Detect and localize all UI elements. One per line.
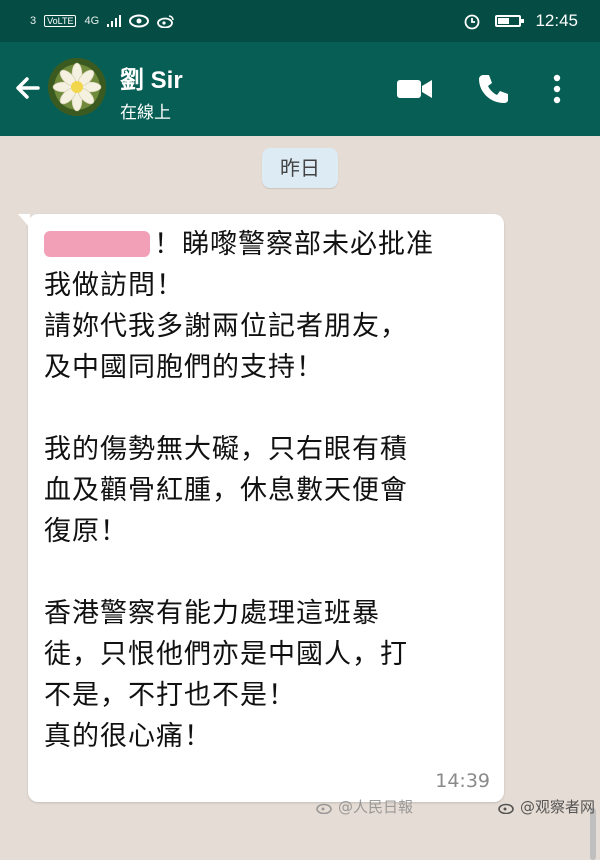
volte-badge: VoLTE <box>44 15 77 27</box>
network-label: 4G <box>84 15 100 27</box>
contact-status: 在線上 <box>120 103 171 123</box>
weibo-icon <box>316 803 332 814</box>
more-options-icon[interactable] <box>552 74 562 104</box>
phone-call-icon[interactable] <box>476 72 510 106</box>
signal-icon <box>107 15 122 27</box>
contact-name[interactable]: 劉 Sir <box>120 60 183 95</box>
eye-icon <box>129 14 150 28</box>
chat-area[interactable]: 昨日 ！睇嚟警察部未必批准 我做訪問！ 請妳代我多謝兩位記者朋友， 及中國同胞們… <box>0 136 600 860</box>
message-first-line: ！睇嚟警察部未必批准 <box>154 229 434 260</box>
back-arrow-icon[interactable] <box>10 70 46 106</box>
date-chip: 昨日 <box>262 148 338 188</box>
watermark-left-text: @人民日報 <box>338 798 414 816</box>
video-call-icon[interactable] <box>396 74 434 104</box>
watermark-right-text: @观察者网 <box>520 798 596 816</box>
incoming-message-bubble[interactable]: ！睇嚟警察部未必批准 我做訪問！ 請妳代我多謝兩位記者朋友， 及中國同胞們的支持… <box>18 214 504 802</box>
redacted-name <box>44 231 150 257</box>
weibo-icon <box>498 803 514 814</box>
status-bar: 3 VoLTE 4G 12:45 <box>0 0 600 42</box>
watermark-right: @观察者网 <box>498 796 595 817</box>
message-body: 我做訪問！ 請妳代我多謝兩位記者朋友， 及中國同胞們的支持！ 我的傷勢無大礙，只… <box>44 270 408 752</box>
status-left: 3 VoLTE 4G <box>30 14 175 28</box>
alarm-icon <box>465 14 480 30</box>
chat-header: 劉 Sir 在線上 <box>0 42 600 136</box>
carrier-label: 3 <box>30 15 37 27</box>
lotus-flower-icon <box>52 62 102 112</box>
watermark-left: @人民日報 <box>316 796 413 817</box>
battery-icon <box>495 15 525 27</box>
status-right: 12:45 <box>463 11 578 31</box>
status-time: 12:45 <box>535 11 578 30</box>
weibo-status-icon <box>157 15 174 28</box>
message-time: 14:39 <box>435 770 490 792</box>
message-text: ！睇嚟警察部未必批准 我做訪問！ 請妳代我多謝兩位記者朋友， 及中國同胞們的支持… <box>44 224 494 757</box>
avatar[interactable] <box>48 58 106 116</box>
